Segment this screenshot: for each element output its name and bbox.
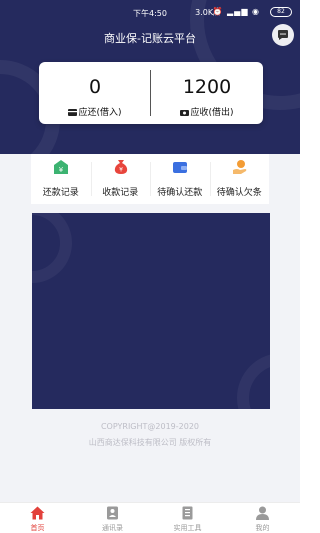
receivable-label-row: 应收(借出) <box>151 105 263 118</box>
decorative-swirl <box>32 213 72 283</box>
receivable-amount: 1200 <box>182 76 232 98</box>
app-title: 商业保-记账云平台 <box>104 32 196 45</box>
owed-summary[interactable]: 0 应还(借入) <box>39 62 151 124</box>
decorative-swirl <box>237 353 270 409</box>
receivable-summary[interactable]: 1200 应收(借出) <box>151 62 263 124</box>
message-button[interactable] <box>272 24 294 46</box>
pending-repayment-button[interactable]: 待确认还款 <box>150 154 210 204</box>
hand-coin-icon <box>232 160 246 174</box>
tab-profile[interactable]: 我的 <box>225 503 300 533</box>
svg-text:¥: ¥ <box>59 166 64 174</box>
cash-icon <box>180 110 190 116</box>
tab-profile-label: 我的 <box>255 524 270 532</box>
wallet-icon <box>173 162 187 173</box>
receive-record-label: 收款记录 <box>102 188 139 198</box>
owed-label-row: 应还(借入) <box>39 105 151 118</box>
card-icon <box>68 109 78 116</box>
quick-actions: ¥ 还款记录 ¥ 收款记录 待确认还款 待确认欠条 <box>31 154 269 204</box>
balance-card: 0 应还(借入) 1200 应收(借出) <box>39 62 263 124</box>
repay-record-button[interactable]: ¥ 还款记录 <box>31 154 91 204</box>
tab-tools-label: 实用工具 <box>173 524 202 532</box>
signal-wifi-icon: ⏰ ▂▄▆ ◉ <box>212 7 260 16</box>
tab-home[interactable]: 首页 <box>0 503 75 533</box>
owed-amount: 0 <box>88 76 102 98</box>
tab-contacts[interactable]: 通讯录 <box>75 503 150 533</box>
receive-record-button[interactable]: ¥ 收款记录 <box>91 154 151 204</box>
chat-bubble-icon <box>278 30 288 40</box>
owed-label: 应还(借入) <box>78 108 122 118</box>
tab-bar: 首页 通讯录 实用工具 我的 <box>0 502 300 533</box>
tab-tools[interactable]: 实用工具 <box>150 503 225 533</box>
home-icon <box>30 506 45 520</box>
battery-icon: 82 <box>270 7 292 17</box>
tools-icon <box>182 506 193 520</box>
contacts-icon <box>107 506 118 520</box>
receivable-label: 应收(借出) <box>190 108 234 118</box>
pending-iou-button[interactable]: 待确认欠条 <box>210 154 270 204</box>
svg-text:¥: ¥ <box>119 167 123 174</box>
repay-record-icon: ¥ <box>54 160 68 174</box>
tab-contacts-label: 通讯录 <box>102 524 123 532</box>
company-text: 山西商达保科技有限公司 版权所有 <box>88 438 212 447</box>
repay-record-label: 还款记录 <box>42 188 79 198</box>
copyright-text: COPYRIGHT@2019-2020 <box>100 422 200 431</box>
pending-iou-label: 待确认欠条 <box>216 188 262 198</box>
promo-banner[interactable] <box>32 213 270 409</box>
user-icon <box>256 506 269 520</box>
app-screen: 下午4:50 3.0K/s ⏰ ▂▄▆ ◉ 82 商业保-记账云平台 0 应还(… <box>0 0 300 533</box>
pending-repayment-label: 待确认还款 <box>157 188 203 198</box>
tab-home-label: 首页 <box>30 524 45 532</box>
money-bag-icon: ¥ <box>114 160 127 174</box>
status-bar: 下午4:50 3.0K/s ⏰ ▂▄▆ ◉ 82 <box>0 0 300 22</box>
